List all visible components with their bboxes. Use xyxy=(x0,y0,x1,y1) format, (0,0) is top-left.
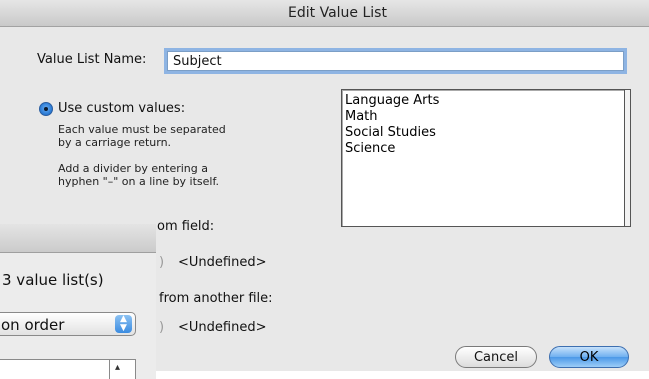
up-down-arrows-icon: ▲ ▼ xyxy=(115,315,132,333)
file-spec-paren: ) xyxy=(159,320,165,335)
use-custom-values-label[interactable]: Use custom values: xyxy=(58,101,185,116)
field-divider xyxy=(109,360,110,379)
custom-values-hint-line2: by a carriage return. xyxy=(58,136,172,149)
custom-values-scrollbar[interactable] xyxy=(624,90,630,226)
custom-value-line[interactable]: Math xyxy=(345,109,630,125)
desktop-background xyxy=(156,371,649,379)
field-spec-paren: ) xyxy=(159,255,165,270)
sort-order-popup[interactable]: on order ▲ ▼ xyxy=(0,312,136,336)
file-undefined-value: <Undefined> xyxy=(178,320,267,335)
custom-value-line[interactable]: Science xyxy=(345,141,630,157)
from-another-file-label[interactable]: from another file: xyxy=(159,291,273,306)
ok-button[interactable]: OK xyxy=(549,346,629,368)
custom-values-textarea[interactable]: Language Arts Math Social Studies Science xyxy=(341,89,631,227)
divider-hint-line2: hyphen "–" on a line by itself. xyxy=(58,175,220,188)
divider-hint-line1: Add a divider by entering a xyxy=(58,162,208,175)
background-window-field[interactable]: ▴ xyxy=(0,359,136,379)
value-list-count: 3 value list(s) xyxy=(2,271,104,289)
custom-values-hint-line1: Each value must be separated xyxy=(58,123,226,136)
custom-value-line[interactable]: Language Arts xyxy=(345,93,630,109)
value-list-name-input[interactable]: Subject xyxy=(167,51,624,71)
background-window-titlebar[interactable] xyxy=(0,224,156,253)
value-list-name-label: Value List Name: xyxy=(37,52,147,67)
dialog-titlebar[interactable]: Edit Value List xyxy=(0,0,649,27)
manage-value-lists-window: 3 value list(s) on order ▲ ▼ ▴ xyxy=(0,224,156,379)
custom-value-line[interactable]: Social Studies xyxy=(345,125,630,141)
custom-values-list: Language Arts Math Social Studies Science xyxy=(345,93,630,157)
use-values-from-field-label[interactable]: om field: xyxy=(157,219,214,234)
field-undefined-value: <Undefined> xyxy=(178,255,267,270)
cancel-button[interactable]: Cancel xyxy=(455,346,537,368)
sort-order-popup-label: on order xyxy=(1,316,65,334)
dialog-title: Edit Value List xyxy=(288,5,387,21)
radio-selected-icon[interactable] xyxy=(39,102,53,116)
field-arrow-icon: ▴ xyxy=(115,362,121,373)
